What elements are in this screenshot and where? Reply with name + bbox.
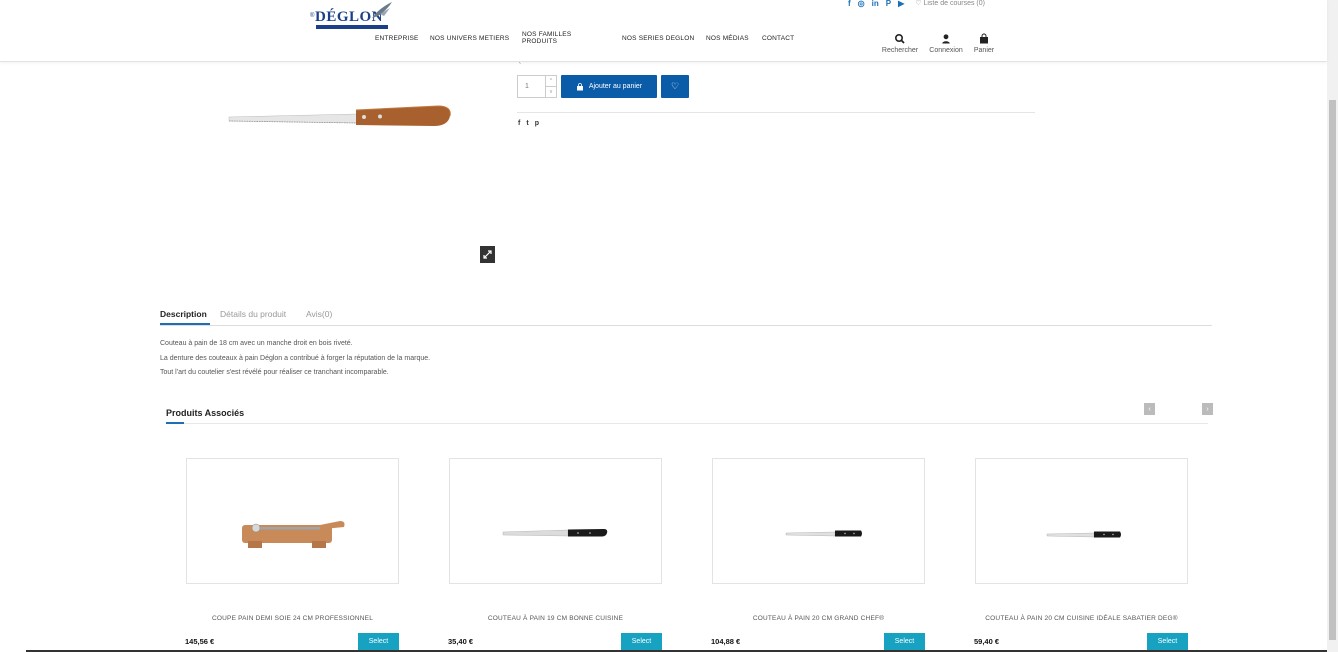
scrollbar-thumb[interactable] — [1329, 100, 1336, 640]
nav-univers-metiers[interactable]: NOS UNIVERS METIERS — [430, 35, 509, 42]
bag-icon — [980, 33, 988, 44]
product-card-image-frame[interactable] — [186, 458, 399, 584]
quantity-arrows: ^ v — [545, 76, 556, 97]
product-name[interactable]: COUTEAU À PAIN 20 CM GRAND CHEF® — [712, 615, 925, 622]
product-image-bread-knife — [1046, 531, 1121, 538]
add-to-cart-button[interactable]: Ajouter au panier — [561, 75, 657, 98]
carousel-next-button[interactable]: › — [1202, 403, 1213, 415]
instagram-icon[interactable]: ◎ — [858, 0, 865, 9]
related-title-accent — [166, 422, 184, 424]
tab-description[interactable]: Description — [160, 309, 207, 319]
product-name[interactable]: COUTEAU À PAIN 19 CM BONNE CUISINE — [449, 615, 662, 622]
tab-active-indicator — [160, 323, 210, 325]
product-card: COUTEAU À PAIN 20 CM GRAND CHEF® 104,88 … — [711, 458, 925, 652]
related-products-title: Produits Associés — [166, 408, 245, 418]
bag-icon — [576, 82, 583, 90]
logo-bird-icon — [372, 2, 392, 18]
linkedin-icon[interactable]: in — [872, 0, 879, 9]
tab-reviews[interactable]: Avis(0) — [306, 309, 332, 319]
select-button[interactable]: Select — [358, 633, 399, 650]
divider — [517, 112, 1035, 113]
product-image-bread-knife — [785, 530, 862, 537]
add-to-cart-label: Ajouter au panier — [588, 83, 643, 90]
nav-familles-produits[interactable]: NOS FAMILLES PRODUITS — [522, 31, 582, 45]
product-card: COUTEAU À PAIN 20 CM CUISINE IDÉALE SABA… — [974, 458, 1188, 652]
select-button[interactable]: Select — [1147, 633, 1188, 650]
product-image-bread-slicer — [242, 521, 345, 548]
pinterest-icon[interactable]: P — [886, 0, 891, 9]
product-name[interactable]: COUTEAU À PAIN 20 CM CUISINE IDÉALE SABA… — [975, 615, 1188, 622]
nav-contact[interactable]: CONTACT — [762, 35, 794, 42]
add-to-wishlist-button[interactable]: ♡ — [661, 75, 689, 98]
nav-entreprise[interactable]: ENTREPRISE — [375, 35, 419, 42]
chevron-right-icon: › — [1206, 405, 1209, 413]
product-price: 35,40 € — [448, 637, 474, 646]
product-name[interactable]: COUPE PAIN DEMI SOIE 24 CM PROFESSIONNEL — [186, 615, 399, 622]
product-image-bread-knife[interactable] — [226, 100, 454, 132]
quantity-stepper[interactable]: 1 ^ v — [517, 75, 557, 98]
search-icon — [894, 33, 905, 44]
product-price: 104,88 € — [711, 637, 741, 646]
tab-product-details[interactable]: Détails du produit — [220, 309, 286, 319]
product-card-image-frame[interactable] — [449, 458, 662, 584]
product-price: 59,40 € — [974, 637, 1000, 646]
expand-icon — [483, 250, 492, 259]
product-card-image-frame[interactable] — [712, 458, 925, 584]
heart-icon: ♡ — [670, 81, 680, 91]
product-card: COUPE PAIN DEMI SOIE 24 CM PROFESSIONNEL… — [185, 458, 399, 652]
cart-label: Panier — [973, 47, 995, 54]
chevron-left-icon: ‹ — [1148, 405, 1151, 413]
youtube-icon[interactable]: ▶ — [898, 0, 904, 9]
description-text: Couteau à pain de 18 cm avec un manche d… — [160, 337, 430, 381]
share-twitter-icon[interactable]: t — [526, 120, 528, 127]
product-card: COUTEAU À PAIN 19 CM BONNE CUISINE 35,40… — [448, 458, 662, 652]
logo-bar — [316, 25, 388, 29]
related-divider — [166, 423, 1208, 424]
share-pinterest-icon[interactable]: p — [535, 120, 539, 127]
quantity-value[interactable]: 1 — [525, 83, 529, 90]
quantity-up-icon[interactable]: ^ — [546, 76, 556, 87]
product-image-bread-knife — [502, 529, 608, 537]
deglon-logo[interactable]: ® DÉGLON — [310, 0, 392, 32]
select-button[interactable]: Select — [884, 633, 925, 650]
product-price: 145,56 € — [185, 637, 215, 646]
product-card-image-frame[interactable] — [975, 458, 1188, 584]
carousel-prev-button[interactable]: ‹ — [1144, 403, 1155, 415]
site-header: ® DÉGLON f ◎ in P ▶ ♡ Liste de courses (… — [0, 0, 1327, 62]
facebook-icon[interactable]: f — [848, 0, 851, 9]
description-line: Tout l'art du coutelier s'est révélé pou… — [160, 369, 389, 376]
wishlist-link[interactable]: ♡ Liste de courses (0) — [915, 0, 985, 9]
top-bar: f ◎ in P ▶ ♡ Liste de courses (0) — [848, 0, 985, 9]
description-line: La denture des couteaux à pain Déglon a … — [160, 354, 431, 362]
share-facebook-icon[interactable]: f — [518, 120, 520, 127]
nav-series-deglon[interactable]: NOS SERIES DEGLON — [622, 35, 694, 42]
share-links: f t p — [518, 120, 539, 127]
logo-reg-mark: ® — [310, 13, 315, 19]
zoom-button[interactable] — [480, 246, 495, 263]
search-label: Rechercher — [881, 47, 919, 54]
cart-button[interactable]: Panier — [959, 33, 1009, 54]
product-tabs: Description Détails du produit Avis(0) — [160, 309, 1212, 326]
search-button[interactable]: Rechercher — [875, 33, 925, 54]
quantity-down-icon[interactable]: v — [546, 87, 556, 98]
nav-medias[interactable]: NOS MÉDIAS — [706, 35, 749, 42]
select-button[interactable]: Select — [621, 633, 662, 650]
description-line: Couteau à pain de 18 cm avec un manche d… — [160, 340, 353, 347]
